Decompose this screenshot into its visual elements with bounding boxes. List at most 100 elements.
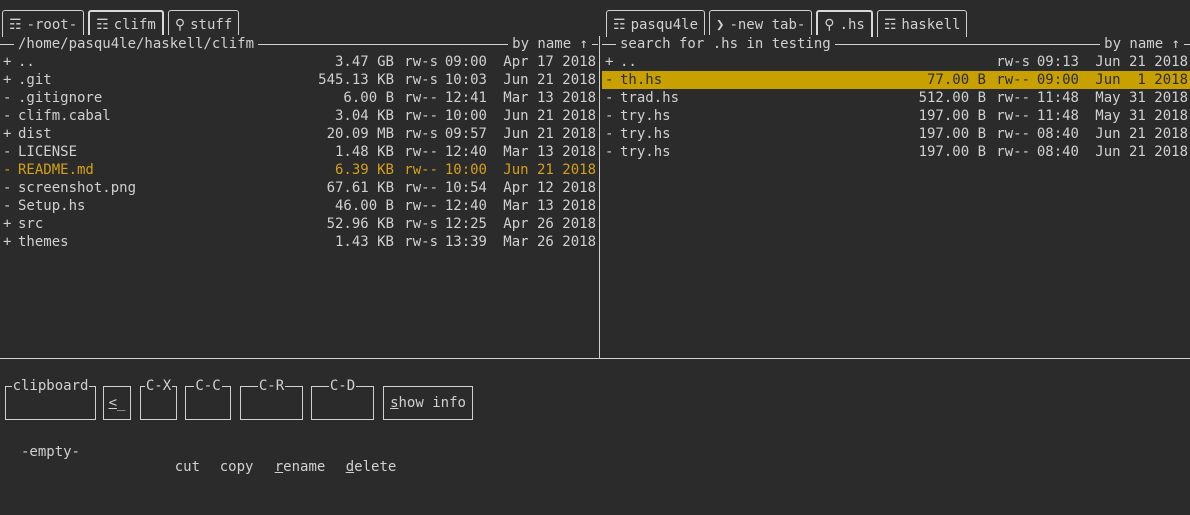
file-row[interactable]: - screenshot.png 67.61 KB rw-- 10:54 Apr 12 2… bbox=[0, 179, 598, 197]
show-info-label: how info bbox=[398, 395, 466, 411]
file-time: 11:48 bbox=[1036, 108, 1079, 124]
file-row[interactable]: - th.hs 77.00 B rw-- 09:00 Jun 1 2018 bbox=[602, 71, 1190, 89]
file-row[interactable]: + dist 20.09 MB rw-s 09:57 Jun 21 2018 bbox=[0, 125, 598, 143]
sort-indicator[interactable]: by name ↑ bbox=[1100, 35, 1184, 53]
entry-type-mark: - bbox=[605, 144, 614, 160]
file-date: May 31 2018 bbox=[1095, 108, 1188, 124]
file-date: May 31 2018 bbox=[1095, 90, 1188, 106]
file-date: Apr 17 2018 bbox=[503, 54, 596, 70]
file-name: dist bbox=[18, 126, 52, 142]
file-time: 12:40 bbox=[444, 198, 487, 214]
list-icon: ☶ bbox=[96, 17, 109, 33]
file-size: 3.04 KB bbox=[334, 108, 394, 124]
show-info-button[interactable]: show info bbox=[383, 386, 473, 420]
file-size: 20.09 MB bbox=[326, 126, 394, 142]
rename-button[interactable]: C-R rename bbox=[240, 378, 325, 475]
list-icon: ☶ bbox=[9, 17, 22, 33]
file-row[interactable]: +.. 3.47 GB rw-s 09:00 Apr 17 2018 bbox=[0, 53, 598, 71]
copy-button[interactable]: C-C copy bbox=[185, 378, 253, 475]
back-button[interactable]: <_ bbox=[103, 386, 131, 420]
copy-shortcut: C-C bbox=[194, 378, 222, 394]
file-name: try.hs bbox=[620, 126, 671, 142]
file-row[interactable]: - try.hs 197.00 B rw-- 11:48 May 31 2018 bbox=[602, 107, 1190, 125]
file-permissions: rw-- bbox=[404, 180, 438, 196]
file-date: Jun 21 2018 bbox=[503, 162, 596, 178]
file-name: .. bbox=[18, 54, 35, 70]
file-time: 09:00 bbox=[1036, 72, 1079, 88]
delete-label: elete bbox=[354, 459, 397, 475]
file-name: src bbox=[18, 216, 44, 232]
file-row[interactable]: - .gitignore 6.00 B rw-- 12:41 Mar 13 2018 bbox=[0, 89, 598, 107]
cut-button[interactable]: C-X cut bbox=[140, 378, 200, 475]
tab-label: .hs bbox=[839, 17, 865, 33]
tab-label: -new tab- bbox=[729, 17, 806, 33]
sort-indicator[interactable]: by name ↑ bbox=[508, 35, 592, 53]
file-time: 09:13 bbox=[1036, 54, 1079, 70]
file-date: Apr 12 2018 bbox=[503, 180, 596, 196]
file-date: Jun 21 2018 bbox=[503, 126, 596, 142]
file-permissions: rw-s bbox=[404, 234, 438, 250]
file-row[interactable]: - README.md 6.39 KB rw-- 10:00 Jun 21 2018 bbox=[0, 161, 598, 179]
tab-hs-search[interactable]: ⚲ .hs bbox=[816, 10, 873, 37]
file-date: Jun 21 2018 bbox=[1095, 144, 1188, 160]
file-permissions: rw-s bbox=[404, 54, 438, 70]
file-time: 08:40 bbox=[1036, 126, 1079, 142]
search-icon: ⚲ bbox=[174, 17, 186, 33]
file-time: 08:40 bbox=[1036, 144, 1079, 160]
file-row[interactable]: - try.hs 197.00 B rw-- 08:40 Jun 21 2018 bbox=[602, 143, 1190, 161]
right-pane-header: search for .hs in testing by name ↑ bbox=[602, 35, 1190, 53]
entry-type-mark: + bbox=[3, 234, 12, 250]
file-date: Mar 26 2018 bbox=[503, 234, 596, 250]
file-row[interactable]: + themes 1.43 KB rw-s 13:39 Mar 26 2018 bbox=[0, 233, 598, 251]
entry-type-mark: - bbox=[3, 162, 12, 178]
tab-label: -root- bbox=[26, 17, 78, 33]
tab-label: haskell bbox=[901, 17, 961, 33]
right-tab-bar: ☶ pasqu4le ❯ -new tab- ⚲ .hs ☶ haskell bbox=[606, 10, 968, 37]
tab-stuff[interactable]: ⚲ stuff bbox=[167, 10, 240, 37]
file-size: 197.00 B bbox=[918, 126, 986, 142]
entry-type-mark: + bbox=[3, 54, 12, 70]
file-permissions: rw-- bbox=[996, 126, 1030, 142]
tab-new[interactable]: ❯ -new tab- bbox=[709, 10, 813, 37]
tab-root[interactable]: ☶ -root- bbox=[2, 10, 85, 37]
delete-button[interactable]: C-D delete bbox=[311, 378, 396, 475]
file-time: 09:00 bbox=[444, 54, 487, 70]
file-permissions: rw-- bbox=[404, 90, 438, 106]
tab-clifm[interactable]: ☶ clifm bbox=[88, 10, 164, 37]
file-time: 10:00 bbox=[444, 108, 487, 124]
file-row[interactable]: - try.hs 197.00 B rw-- 08:40 Jun 21 2018 bbox=[602, 125, 1190, 143]
file-name: try.hs bbox=[620, 108, 671, 124]
file-row[interactable]: - trad.hs 512.00 B rw-- 11:48 May 31 2018 bbox=[602, 89, 1190, 107]
file-row[interactable]: - Setup.hs 46.00 B rw-- 12:40 Mar 13 2018 bbox=[0, 197, 598, 215]
file-name: Setup.hs bbox=[18, 198, 86, 214]
cut-shortcut: C-X bbox=[144, 378, 173, 394]
entry-type-mark: + bbox=[3, 216, 12, 232]
delete-key: d bbox=[345, 459, 355, 475]
tab-haskell[interactable]: ☶ haskell bbox=[876, 10, 968, 37]
entry-type-mark: - bbox=[3, 144, 12, 160]
file-size: 6.00 B bbox=[343, 90, 394, 106]
file-size: 197.00 B bbox=[918, 108, 986, 124]
entry-type-mark: + bbox=[3, 126, 12, 142]
tab-label: clifm bbox=[113, 17, 156, 33]
file-list: +.. rw-s 09:13 Jun 21 2018- th.hs 77.00 Brw--… bbox=[602, 53, 1190, 161]
file-time: 12:40 bbox=[444, 144, 487, 160]
file-row[interactable]: - clifm.cabal 3.04 KB rw-- 10:00 Jun 21 2018 bbox=[0, 107, 598, 125]
file-size: 3.47 GB bbox=[334, 54, 394, 70]
file-size: 512.00 B bbox=[918, 90, 986, 106]
list-icon: ☶ bbox=[883, 17, 897, 33]
file-time: 12:41 bbox=[444, 90, 487, 106]
file-row[interactable]: + src 52.96 KB rw-s 12:25 Apr 26 2018 bbox=[0, 215, 598, 233]
entry-type-mark: - bbox=[605, 126, 614, 142]
left-pane-header: /home/pasqu4le/haskell/clifm by name ↑ bbox=[0, 35, 598, 53]
right-pane: ☶ pasqu4le ❯ -new tab- ⚲ .hs ☶ haskell searc… bbox=[602, 0, 1190, 358]
file-name: themes bbox=[18, 234, 69, 250]
file-time: 12:25 bbox=[444, 216, 487, 232]
file-permissions: rw-- bbox=[996, 144, 1030, 160]
file-row[interactable]: - LICENSE 1.48 KB rw-- 12:40 Mar 13 2018 bbox=[0, 143, 598, 161]
file-date: Jun 21 2018 bbox=[1095, 54, 1188, 70]
file-row[interactable]: + .git 545.13 KB rw-s 10:03 Jun 21 2018 bbox=[0, 71, 598, 89]
tab-pasqu4le[interactable]: ☶ pasqu4le bbox=[606, 10, 705, 37]
file-permissions: rw-s bbox=[404, 72, 438, 88]
file-row[interactable]: +.. rw-s 09:13 Jun 21 2018 bbox=[602, 53, 1190, 71]
